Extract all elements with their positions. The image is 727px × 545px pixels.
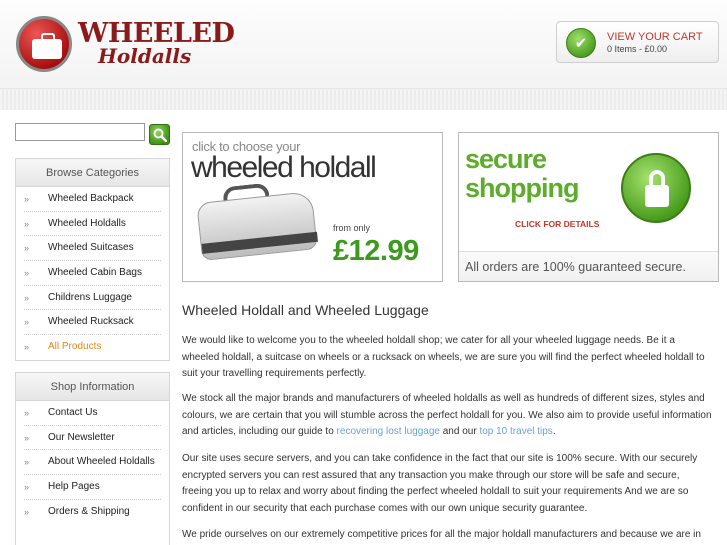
category-list: » Wheeled Backpack » Wheeled Holdalls » Whe… [16, 187, 169, 360]
logo-subtitle: Holdalls [98, 44, 192, 68]
shop-info-item[interactable]: » Contact Us [24, 401, 161, 426]
search-icon [153, 128, 167, 142]
shop-info-list: » Contact Us » Our Newsletter » About Wheel… [16, 401, 169, 524]
padlock-body [645, 185, 669, 207]
double-chevron-right-icon: » [24, 482, 30, 493]
category-item-all-products[interactable]: » All Products [24, 335, 161, 360]
double-chevron-right-icon: » [24, 194, 30, 204]
cart-title: VIEW YOUR CART [607, 31, 703, 43]
travel-tips-link[interactable]: top 10 travel tips [479, 426, 552, 437]
double-chevron-right-icon: » [24, 342, 30, 353]
search-button[interactable] [149, 124, 170, 145]
holdall-banner-heading: wheeled holdall [191, 151, 377, 184]
category-item[interactable]: » Wheeled Cabin Bags [24, 261, 161, 286]
page-title: Wheeled Holdall and Wheeled Luggage [182, 302, 429, 318]
category-item[interactable]: » Wheeled Holdalls [24, 212, 161, 237]
logo-emblem [16, 16, 72, 72]
header-stripe [0, 88, 727, 110]
lost-luggage-link[interactable]: recovering lost luggage [337, 426, 440, 437]
browse-categories-box: Browse Categories » Wheeled Backpack » Whe… [15, 158, 170, 361]
shop-information-box: Shop Information » Contact Us » Our Newsle… [15, 372, 170, 545]
padlock-icon [621, 153, 691, 223]
search-input[interactable] [15, 123, 145, 141]
category-item[interactable]: » Wheeled Rucksack [24, 310, 161, 336]
category-item[interactable]: » Childrens Luggage [24, 286, 161, 311]
double-chevron-right-icon: » [24, 317, 30, 328]
double-chevron-right-icon: » [24, 432, 30, 443]
intro-paragraph: We would like to welcome you to the whee… [182, 335, 705, 379]
secure-banner-heading: secure shopping [465, 144, 579, 203]
holdall-banner[interactable]: click to choose your wheeled holdall fro… [182, 132, 443, 282]
shop-info-item[interactable]: » Our Newsletter [24, 426, 161, 451]
suitcase-icon [32, 33, 62, 59]
security-paragraph: Our site uses secure servers, and you ca… [182, 453, 698, 514]
cart-icon: ✔ [566, 28, 596, 58]
holdall-bag-image [196, 191, 318, 261]
cart-summary: 0 Items - £0.00 [607, 44, 668, 54]
secure-banner-footer: All orders are 100% guaranteed secure. [459, 251, 718, 281]
double-chevron-right-icon: » [24, 268, 30, 279]
double-chevron-right-icon: » [24, 243, 30, 254]
double-chevron-right-icon: » [24, 506, 30, 517]
shop-information-title: Shop Information [16, 373, 169, 401]
double-chevron-right-icon: » [24, 457, 30, 468]
category-item[interactable]: » Wheeled Suitcases [24, 236, 161, 262]
view-cart-button[interactable]: ✔ VIEW YOUR CART 0 Items - £0.00 [556, 21, 719, 63]
secure-banner-click-details[interactable]: CLICK FOR DETAILS [515, 219, 599, 229]
prices-paragraph: We pride ourselves on our extremely comp… [182, 529, 701, 540]
holdall-banner-price: £12.99 [333, 235, 419, 267]
shop-info-item[interactable]: » About Wheeled Holdalls [24, 450, 161, 476]
site-logo[interactable]: WHEELED Holdalls [16, 14, 235, 74]
double-chevron-right-icon: » [24, 408, 30, 418]
shop-info-item[interactable]: » Help Pages [24, 475, 161, 500]
holdall-banner-from: from only [333, 223, 371, 233]
double-chevron-right-icon: » [24, 292, 30, 303]
shop-info-item[interactable]: » Orders & Shipping [24, 500, 161, 525]
category-item[interactable]: » Wheeled Backpack [24, 187, 161, 212]
secure-shopping-banner[interactable]: secure shopping CLICK FOR DETAILS All or… [458, 132, 719, 282]
brands-paragraph: We stock all the major brands and manufa… [182, 393, 712, 437]
browse-categories-title: Browse Categories [16, 159, 169, 187]
double-chevron-right-icon: » [24, 218, 30, 229]
